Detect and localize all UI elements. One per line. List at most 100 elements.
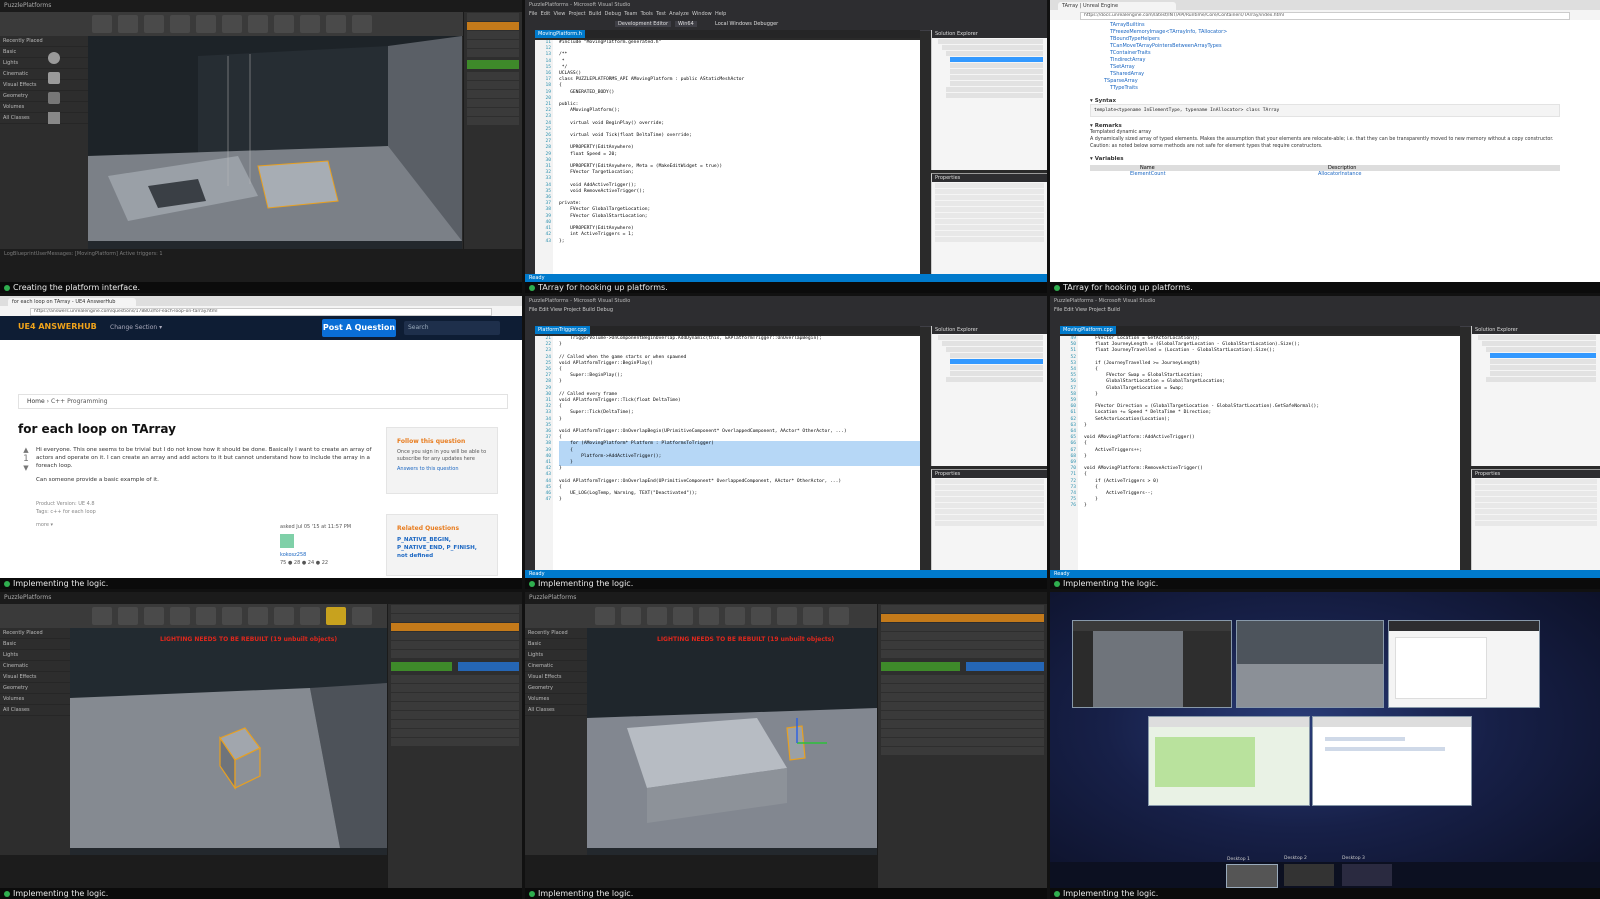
- launch-button[interactable]: [352, 607, 372, 625]
- mode-visual-effects[interactable]: Visual Effects: [0, 672, 70, 683]
- play-button[interactable]: [326, 607, 346, 625]
- change-section-dropdown[interactable]: Change Section ▾: [110, 324, 162, 331]
- browser-tab[interactable]: TArray | Unreal Engine: [1058, 2, 1176, 10]
- post-question-button[interactable]: Post A Question: [322, 319, 396, 337]
- more-menu[interactable]: more ▾: [36, 522, 53, 528]
- menu-debug[interactable]: Debug: [605, 11, 621, 17]
- config-select[interactable]: Development Editor: [615, 21, 672, 27]
- marketplace-button[interactable]: [170, 15, 190, 33]
- marketplace-button[interactable]: [673, 607, 693, 625]
- solution-item[interactable]: [946, 51, 1043, 56]
- compile-button[interactable]: [803, 607, 823, 625]
- launch-button[interactable]: [352, 15, 372, 33]
- add-component-button[interactable]: [391, 662, 452, 671]
- save-button[interactable]: [92, 607, 112, 625]
- menu-project[interactable]: Project: [1089, 307, 1106, 313]
- level-viewport[interactable]: LIGHTING NEEDS TO BE REBUILT (19 unbuilt…: [70, 628, 387, 859]
- outliner-row[interactable]: [391, 650, 519, 658]
- menu-edit[interactable]: Edit: [541, 11, 551, 17]
- solution-item[interactable]: [950, 63, 1043, 68]
- doc-link[interactable]: TCanMoveTArrayPointersBetweenArrayTypes: [1110, 43, 1560, 50]
- blueprints-button[interactable]: [222, 607, 242, 625]
- mode-all-classes[interactable]: All Classes: [0, 113, 88, 124]
- outliner-row[interactable]: [391, 632, 519, 640]
- menu-build[interactable]: Build: [582, 307, 595, 313]
- answers-rss-link[interactable]: Answers to this question: [397, 466, 487, 472]
- mode-lights[interactable]: Lights: [525, 650, 587, 661]
- shape-sphere-icon[interactable]: [48, 52, 60, 64]
- menu-test[interactable]: Test: [656, 11, 666, 17]
- tags[interactable]: Tags: c++ for each loop: [36, 509, 96, 515]
- menu-project[interactable]: Project: [569, 11, 586, 17]
- tab-moving-platform-h[interactable]: MovingPlatform.h: [535, 30, 585, 38]
- url-field[interactable]: https://docs.unrealengine.com/latest/INT…: [1080, 12, 1570, 20]
- menu-window[interactable]: Window: [692, 11, 712, 17]
- mode-volumes[interactable]: Volumes: [525, 694, 587, 705]
- menu-analyze[interactable]: Analyze: [669, 11, 689, 17]
- outliner-row[interactable]: [881, 605, 1044, 613]
- menu-project[interactable]: Project: [564, 307, 581, 313]
- window-thumbnail-visual-studio[interactable]: [1388, 620, 1540, 708]
- window-thumbnail-ue4[interactable]: [1072, 620, 1232, 708]
- marketplace-button[interactable]: [170, 607, 190, 625]
- upvote-icon[interactable]: ▲: [20, 446, 32, 454]
- doc-link[interactable]: TFreezeMemoryImage<TArrayInfo, TAllocato…: [1110, 29, 1560, 36]
- menu-tools[interactable]: Tools: [641, 11, 653, 17]
- platform-select[interactable]: Win64: [675, 21, 697, 27]
- blueprints-button[interactable]: [725, 607, 745, 625]
- avatar[interactable]: [280, 534, 294, 548]
- outliner-row[interactable]: [881, 650, 1044, 658]
- menu-build[interactable]: Build: [1107, 307, 1120, 313]
- related-link[interactable]: P_NATIVE_BEGIN, P_NATIVE_END, P_FINISH, …: [397, 536, 487, 560]
- mode-basic[interactable]: Basic: [0, 47, 88, 58]
- doc-link[interactable]: TIndirectArray: [1110, 57, 1560, 64]
- code-editor[interactable]: 49 50 51 52 53 54 55 56 57 58 59 60 61 62 63 64 65 66 67 68…: [1060, 336, 1460, 570]
- menu-build[interactable]: Build: [589, 11, 602, 17]
- menu-file[interactable]: File: [529, 11, 537, 17]
- code-editor[interactable]: 21 22 23 24 25 26 27 28 29 30 31 32 33 34 35 36 37 38 39 40…: [535, 336, 920, 570]
- mode-cinematic[interactable]: Cinematic: [525, 661, 587, 672]
- outliner-row[interactable]: [391, 605, 519, 613]
- mode-cinematic[interactable]: Cinematic: [0, 661, 70, 672]
- mode-volumes[interactable]: Volumes: [0, 102, 88, 113]
- mode-visual-effects[interactable]: Visual Effects: [0, 80, 88, 91]
- compile-button[interactable]: [300, 15, 320, 33]
- solution-item[interactable]: [950, 81, 1043, 86]
- menu-file[interactable]: File: [1054, 307, 1062, 313]
- menu-debug[interactable]: Debug: [597, 307, 613, 313]
- add-component-button[interactable]: [881, 662, 960, 671]
- solution-item[interactable]: [950, 75, 1043, 80]
- content-button[interactable]: [647, 607, 667, 625]
- level-viewport[interactable]: [88, 36, 462, 253]
- downvote-icon[interactable]: ▼: [20, 464, 32, 472]
- outliner-row[interactable]: [391, 614, 519, 622]
- var-type[interactable]: AllocatorInstance: [1318, 171, 1361, 177]
- blueprint-script-button[interactable]: [965, 662, 1044, 671]
- menu-view[interactable]: View: [553, 11, 565, 17]
- outliner-row[interactable]: [467, 49, 519, 57]
- doc-link[interactable]: TArrayBuiltins: [1110, 22, 1560, 29]
- build-button[interactable]: [274, 15, 294, 33]
- add-component-button[interactable]: [467, 60, 519, 69]
- solution-item[interactable]: [938, 39, 1043, 44]
- search-input[interactable]: Search: [404, 321, 500, 335]
- outliner-row[interactable]: [467, 13, 519, 21]
- solution-item-selected[interactable]: [950, 57, 1043, 62]
- cinematics-button[interactable]: [248, 607, 268, 625]
- menu-help[interactable]: Help: [715, 11, 726, 17]
- tab-platform-trigger-cpp[interactable]: PlatformTrigger.cpp: [535, 326, 590, 334]
- doc-link[interactable]: TSparseArray: [1104, 78, 1560, 85]
- window-thumbnail-browser[interactable]: [1148, 716, 1310, 806]
- solution-item[interactable]: [950, 69, 1043, 74]
- mode-lights[interactable]: Lights: [0, 58, 88, 69]
- answerhub-logo[interactable]: UE4 ANSWERHUB: [18, 322, 97, 331]
- mode-geometry[interactable]: Geometry: [525, 683, 587, 694]
- shape-cylinder-icon[interactable]: [48, 92, 60, 104]
- mode-geometry[interactable]: Geometry: [0, 683, 70, 694]
- settings-button[interactable]: [699, 607, 719, 625]
- code-editor[interactable]: 11 12 13 14 15 16 17 18 19 20 21 22 23 24 25 26 27 28 29 30…: [535, 40, 920, 274]
- window-thumbnail-docs[interactable]: [1312, 716, 1472, 806]
- outliner-row[interactable]: [881, 641, 1044, 649]
- mode-visual-effects[interactable]: Visual Effects: [525, 672, 587, 683]
- shape-cube-icon[interactable]: [48, 72, 60, 84]
